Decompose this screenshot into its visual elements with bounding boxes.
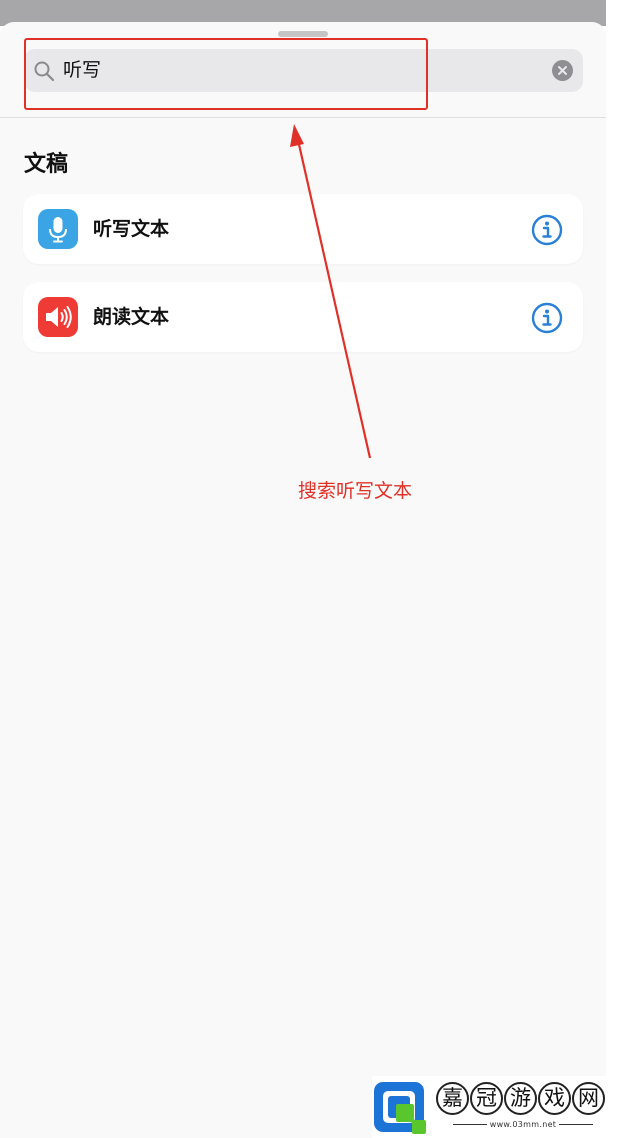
sheet-grabber[interactable] (278, 31, 328, 37)
watermark: 嘉 冠 游 戏 网 www.03mm.net (372, 1076, 620, 1138)
info-icon[interactable] (531, 302, 563, 334)
watermark-char: 网 (572, 1082, 605, 1115)
section-title: 文稿 (24, 152, 69, 177)
watermark-char: 嘉 (436, 1082, 469, 1115)
annotation-text: 搜索听写文本 (298, 480, 413, 502)
clear-icon[interactable] (552, 60, 573, 81)
action-row-speak-text[interactable]: 朗读文本 (23, 282, 583, 352)
watermark-char: 冠 (470, 1082, 503, 1115)
watermark-url: www.03mm.net (436, 1120, 610, 1129)
watermark-char: 戏 (538, 1082, 571, 1115)
info-icon[interactable] (531, 214, 563, 246)
speaker-icon (38, 297, 78, 337)
watermark-char: 游 (504, 1082, 537, 1115)
action-search-sheet: 听写 文稿 听写文本 朗读文本 (0, 22, 606, 1138)
screen: 听写 文稿 听写文本 朗读文本 搜索听写文本 嘉 冠 游 戏 网 www.03m… (0, 0, 620, 1138)
action-row-dictate-text[interactable]: 听写文本 (23, 194, 583, 264)
action-label: 听写文本 (93, 218, 170, 240)
annotation-highlight-box (24, 38, 428, 110)
header-divider (0, 117, 606, 118)
microphone-icon (38, 209, 78, 249)
watermark-logo-icon (374, 1082, 426, 1134)
watermark-text: 嘉 冠 游 戏 网 (436, 1082, 605, 1115)
action-label: 朗读文本 (93, 306, 170, 328)
